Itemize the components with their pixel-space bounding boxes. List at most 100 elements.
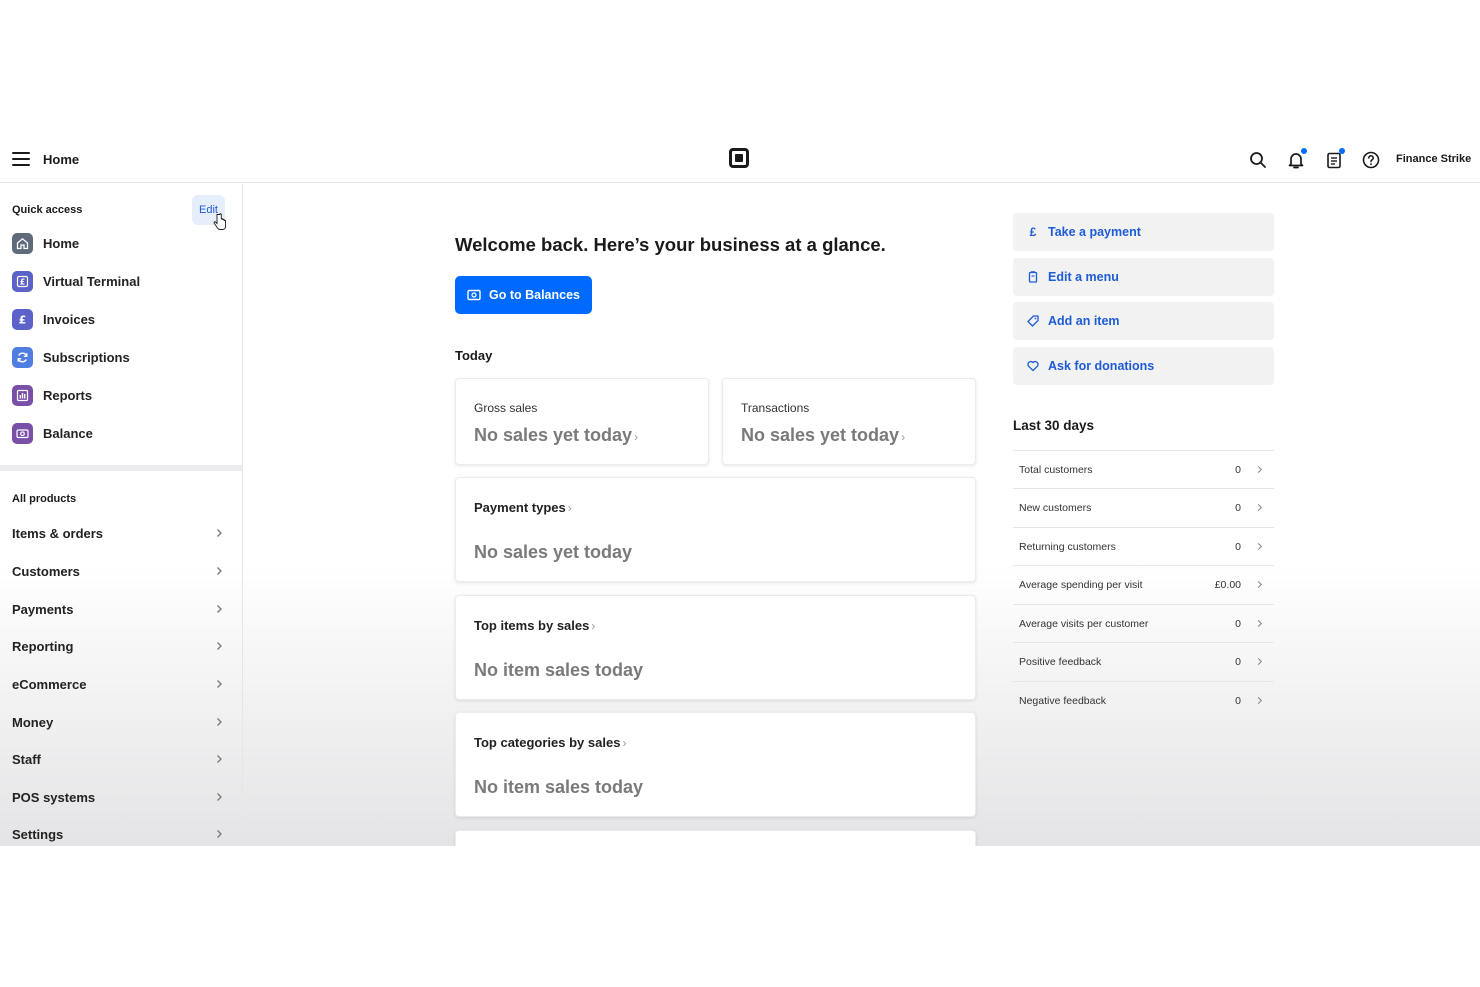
chevron-right-icon <box>1257 503 1263 512</box>
nav-reporting[interactable]: Reporting <box>12 636 224 656</box>
stat-label: Average visits per customer <box>1019 618 1149 630</box>
nav-label: Settings <box>12 826 64 842</box>
quick-access-subscriptions[interactable]: Subscriptions <box>12 345 232 369</box>
menu-icon[interactable] <box>12 152 30 166</box>
nav-payments[interactable]: Payments <box>12 599 224 619</box>
chevron-right-icon <box>1257 619 1263 628</box>
quick-access-virtual-terminal[interactable]: £ Virtual Terminal <box>12 269 232 293</box>
sidebar: Quick access Edit Home £ Virtual Termina… <box>0 184 243 846</box>
pound-icon: £ <box>1029 225 1037 239</box>
nav-money[interactable]: Money <box>12 712 224 732</box>
stat-label: Total customers <box>1019 464 1093 476</box>
stat-row[interactable]: Average spending per visit £0.00 <box>1013 565 1274 603</box>
next-card <box>455 830 976 846</box>
stat-label: New customers <box>1019 502 1092 514</box>
action-label: Add an item <box>1048 314 1120 328</box>
nav-staff[interactable]: Staff <box>12 749 224 769</box>
quick-access-balance[interactable]: Balance <box>12 421 232 445</box>
last-30-days-heading: Last 30 days <box>1013 418 1095 433</box>
clipboard-icon[interactable] <box>1324 148 1345 170</box>
stat-label: Negative feedback <box>1019 695 1106 707</box>
cash-icon <box>467 289 481 301</box>
top-items-card: Top items by sales › No item sales today <box>455 595 976 700</box>
stat-value: 0 <box>1235 618 1241 630</box>
go-to-balances-button[interactable]: Go to Balances <box>455 276 592 314</box>
payment-types-card: Payment types › No sales yet today <box>455 477 976 582</box>
quick-access-reports[interactable]: Reports <box>12 383 232 407</box>
help-icon[interactable] <box>1361 150 1381 170</box>
nav-label: POS systems <box>12 789 96 805</box>
sidebar-divider <box>0 465 243 471</box>
quick-access-home[interactable]: Home <box>12 231 232 255</box>
chart-icon <box>12 384 33 406</box>
nav-ecommerce[interactable]: eCommerce <box>12 674 224 694</box>
nav-label: eCommerce <box>12 676 87 692</box>
nav-pos-systems[interactable]: POS systems <box>12 787 224 807</box>
stat-row[interactable]: Total customers 0 <box>1013 450 1274 488</box>
today-heading: Today <box>455 348 493 363</box>
account-name[interactable]: Finance Strike <box>1396 153 1471 165</box>
stat-row[interactable]: Negative feedback 0 <box>1013 681 1274 719</box>
quick-access-label: Balance <box>43 425 93 441</box>
tag-icon <box>1027 315 1039 327</box>
stat-row[interactable]: Average visits per customer 0 <box>1013 604 1274 642</box>
take-payment-action[interactable]: £ Take a payment <box>1013 213 1274 251</box>
quick-access-label: Virtual Terminal <box>43 273 141 289</box>
chevron-right-icon <box>217 567 222 575</box>
stat-label: Average spending per visit <box>1019 579 1143 591</box>
nav-settings[interactable]: Settings <box>12 824 224 844</box>
card-title-link[interactable]: Payment types › <box>474 500 572 515</box>
stat-row[interactable]: New customers 0 <box>1013 488 1274 526</box>
card-label: Transactions <box>741 401 810 415</box>
chevron-right-icon <box>1257 580 1263 589</box>
chevron-right-icon <box>217 793 222 801</box>
add-item-action[interactable]: Add an item <box>1013 302 1274 340</box>
nav-label: Items & orders <box>12 525 104 541</box>
stat-value: £0.00 <box>1214 579 1241 591</box>
all-products-heading: All products <box>12 493 77 505</box>
card-value: No sales yet today › <box>741 425 906 445</box>
card-title-link[interactable]: Top items by sales › <box>474 618 595 633</box>
stat-row[interactable]: Returning customers 0 <box>1013 527 1274 565</box>
gross-sales-card[interactable]: Gross sales No sales yet today › <box>455 378 709 465</box>
nav-items-orders[interactable]: Items & orders <box>12 523 224 543</box>
bell-icon[interactable] <box>1286 148 1307 170</box>
nav-label: Customers <box>12 563 80 579</box>
chevron-right-icon <box>217 755 222 763</box>
card-value: No item sales today <box>474 660 644 680</box>
quick-access-label: Reports <box>43 387 93 403</box>
chevron-right-icon <box>217 529 222 537</box>
stat-row[interactable]: Positive feedback 0 <box>1013 642 1274 680</box>
nav-label: Payments <box>12 601 74 617</box>
chevron-right-icon <box>217 642 222 650</box>
search-icon[interactable] <box>1248 150 1268 170</box>
svg-text:£: £ <box>19 313 27 326</box>
nav-customers[interactable]: Customers <box>12 561 224 581</box>
quick-access-invoices[interactable]: £ Invoices <box>12 307 232 331</box>
transactions-card[interactable]: Transactions No sales yet today › <box>722 378 976 465</box>
pound-icon: £ <box>12 308 33 330</box>
pound-card-icon: £ <box>12 270 33 292</box>
edit-menu-action[interactable]: Edit a menu <box>1013 258 1274 296</box>
quick-access-label: Invoices <box>43 311 96 327</box>
card-title-link[interactable]: Top categories by sales › <box>474 735 626 750</box>
chevron-right-icon <box>217 830 222 838</box>
button-label: Go to Balances <box>489 288 580 302</box>
ask-donations-action[interactable]: Ask for donations <box>1013 347 1274 385</box>
quick-access-heading: Quick access <box>12 204 83 216</box>
card-value: No sales yet today <box>474 542 633 562</box>
stat-label: Returning customers <box>1019 541 1116 553</box>
welcome-heading: Welcome back. Here’s your business at a … <box>455 234 886 255</box>
action-label: Ask for donations <box>1048 359 1155 373</box>
top-categories-card: Top categories by sales › No item sales t… <box>455 712 976 817</box>
stat-value: 0 <box>1235 541 1241 553</box>
chevron-right-icon <box>217 605 222 613</box>
action-label: Take a payment <box>1048 225 1141 239</box>
card-label: Gross sales <box>474 401 538 415</box>
chevron-right-icon <box>1257 696 1263 705</box>
stat-value: 0 <box>1235 464 1241 476</box>
page-title: Home <box>43 152 80 167</box>
refresh-icon <box>12 346 33 368</box>
chevron-right-icon <box>1257 465 1263 474</box>
square-logo[interactable] <box>729 148 749 168</box>
